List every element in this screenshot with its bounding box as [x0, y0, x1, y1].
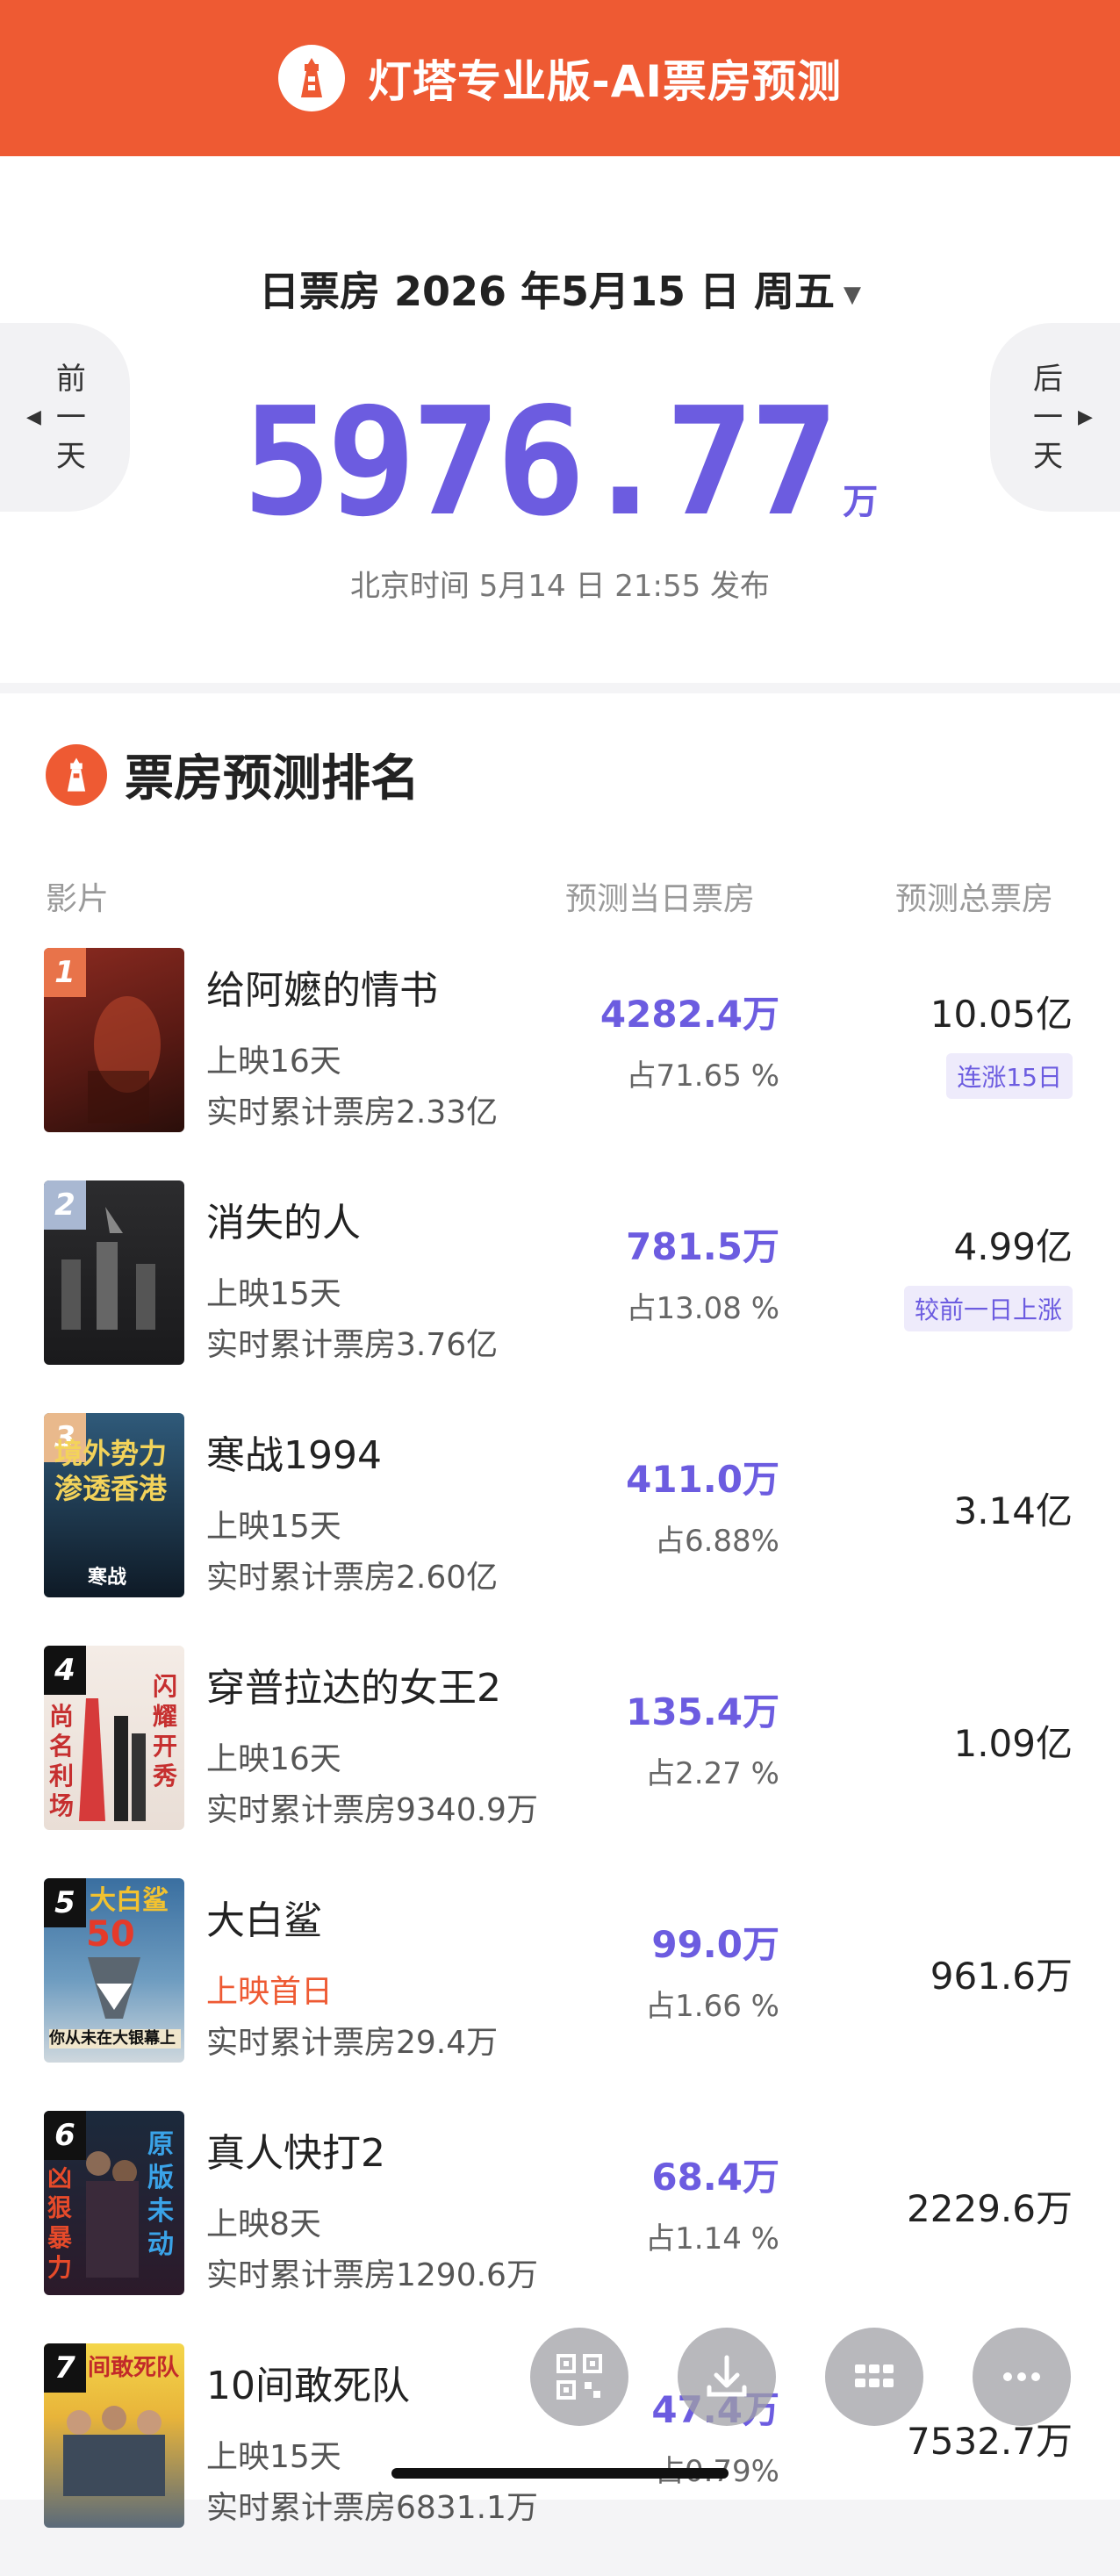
predicted-day-box: 68.4万 [651, 2156, 779, 2199]
predicted-day-box: 4282.4万 [599, 993, 779, 1036]
movie-release-days: 上映15天 [206, 1509, 341, 1545]
movie-cumulative-box: 实时累计票房6831.1万 [206, 2490, 538, 2526]
total-value: 5976.77 [241, 376, 839, 549]
movie-name: 消失的人 [206, 1201, 361, 1245]
predicted-total-box: 3.14亿 [953, 1489, 1073, 1532]
movie-release-days: 上映8天 [206, 2206, 321, 2242]
movie-poster: 2 [44, 1180, 184, 1365]
movie-cumulative-box: 实时累计票房3.76亿 [206, 1327, 499, 1363]
movie-release-days: 上映15天 [206, 1276, 341, 1312]
movie-cumulative-box: 实时累计票房2.60亿 [206, 1560, 499, 1596]
column-header-film: 影片 [46, 881, 110, 917]
predicted-total-box: 961.6万 [930, 1955, 1073, 1998]
box-share: 占2.27 % [645, 1756, 779, 1791]
download-icon [707, 2355, 747, 2397]
download-button[interactable] [678, 2328, 776, 2426]
more-icon [1003, 2372, 1040, 2381]
app-title: 灯塔专业版-AI票房预测 [367, 56, 843, 107]
column-header-day-box: 预测当日票房 [565, 881, 756, 917]
movie-row[interactable]: 2 消失的人 上映15天 实时累计票房3.76亿 781.5万 占13.08 %… [0, 1180, 1120, 1413]
poster-caption: 寒战 [88, 1567, 127, 1589]
movie-cumulative-box: 实时累计票房29.4万 [206, 2025, 499, 2061]
movie-cumulative-box: 实时累计票房1290.6万 [206, 2257, 538, 2293]
app-header: 灯塔专业版-AI票房预测 [0, 0, 1120, 156]
grid-menu-button[interactable] [825, 2328, 923, 2426]
movie-poster: 3 境外势力渗透香港 寒战 [44, 1413, 184, 1597]
predicted-total-box: 2229.6万 [907, 2187, 1073, 2230]
predicted-day-box: 781.5万 [626, 1225, 779, 1268]
movie-poster: 5 大白鲨 50 你从未在大银幕上 [44, 1878, 184, 2063]
trend-tag: 较前一日上涨 [903, 1286, 1073, 1331]
movie-row[interactable]: 5 大白鲨 50 你从未在大银幕上 大白鲨 上映首日 实时累计票房29.4万 9… [0, 1878, 1120, 2111]
movie-name: 给阿嬷的情书 [206, 968, 438, 1013]
movie-row[interactable]: 1 给阿嬷的情书 上映16天 实时累计票房2.33亿 4282.4万 占71.6… [0, 948, 1120, 1180]
trend-tag: 连涨15日 [946, 1053, 1073, 1099]
movie-row[interactable]: 3 境外势力渗透香港 寒战 寒战1994 上映15天 实时累计票房2.60亿 4… [0, 1413, 1120, 1646]
movie-poster: 4 尚名利场 闪耀开秀 [44, 1646, 184, 1830]
poster-slogan: 境外势力渗透香港 [54, 1437, 168, 1505]
lighthouse-logo-icon [277, 45, 345, 111]
column-header-total-box: 预测总票房 [895, 881, 1054, 917]
box-share: 占1.66 % [645, 1989, 779, 2024]
total-box-office: 5976.77 万 [0, 376, 1120, 549]
predicted-day-box: 99.0万 [651, 1923, 779, 1966]
box-share: 占13.08 % [626, 1291, 779, 1326]
home-indicator[interactable] [391, 2468, 729, 2479]
date-label: 日票房 2026 年5月15 日 周五 [258, 268, 836, 315]
qr-code-icon [556, 2354, 602, 2400]
floating-action-bar [0, 2328, 1120, 2426]
daily-box-office-summary: 日票房 2026 年5月15 日 周五 ▼ ◀ 前 一 天 后 一 天 ▶ 597… [0, 156, 1120, 683]
box-share: 占71.65 % [626, 1058, 779, 1094]
movie-release-days: 上映15天 [206, 2439, 341, 2475]
box-share: 占6.88% [654, 1524, 779, 1559]
poster-caption: 你从未在大银幕上 [49, 2029, 181, 2049]
movie-poster: 1 [44, 948, 184, 1132]
movie-release-days: 上映首日 [206, 1974, 334, 2010]
movie-release-days: 上映16天 [206, 1741, 341, 1777]
grid-icon [855, 2364, 894, 2387]
movie-name: 大白鲨 [206, 1898, 322, 1943]
lighthouse-icon [46, 743, 107, 806]
publish-time: 北京时间 5月14 日 21:55 发布 [349, 569, 771, 604]
movie-name: 寒战1994 [206, 1433, 382, 1478]
movie-row[interactable]: 4 尚名利场 闪耀开秀 穿普拉达的女王2 上映16天 实时累计票房9340.9万… [0, 1646, 1120, 1878]
predicted-day-box: 135.4万 [626, 1690, 779, 1733]
movie-name: 穿普拉达的女王2 [206, 1666, 501, 1711]
predicted-total-box: 10.05亿 [930, 993, 1073, 1036]
ranking-title: 票房预测排名 [125, 750, 420, 807]
qr-code-button[interactable] [530, 2328, 628, 2426]
movie-poster: 6 凶狠暴力 原版未动 [44, 2111, 184, 2295]
box-share: 占1.14 % [645, 2221, 779, 2257]
ranking-section: 票房预测排名 影片 预测当日票房 预测总票房 1 给阿嬷的情书 上映16天 实时… [0, 693, 1120, 2528]
movie-row[interactable]: 6 凶狠暴力 原版未动 真人快打2 上映8天 实时累计票房1290.6万 68.… [0, 2111, 1120, 2343]
movie-name: 真人快打2 [206, 2131, 385, 2176]
date-selector[interactable]: 日票房 2026 年5月15 日 周五 ▼ [0, 260, 1120, 318]
predicted-total-box: 1.09亿 [953, 1722, 1073, 1765]
movie-release-days: 上映16天 [206, 1044, 341, 1080]
caret-down-icon: ▼ [844, 281, 862, 308]
movie-cumulative-box: 实时累计票房9340.9万 [206, 1792, 538, 1828]
more-button[interactable] [973, 2328, 1071, 2426]
total-unit: 万 [843, 482, 879, 522]
predicted-total-box: 4.99亿 [953, 1225, 1073, 1268]
movie-cumulative-box: 实时累计票房2.33亿 [206, 1094, 499, 1130]
predicted-day-box: 411.0万 [626, 1458, 779, 1501]
